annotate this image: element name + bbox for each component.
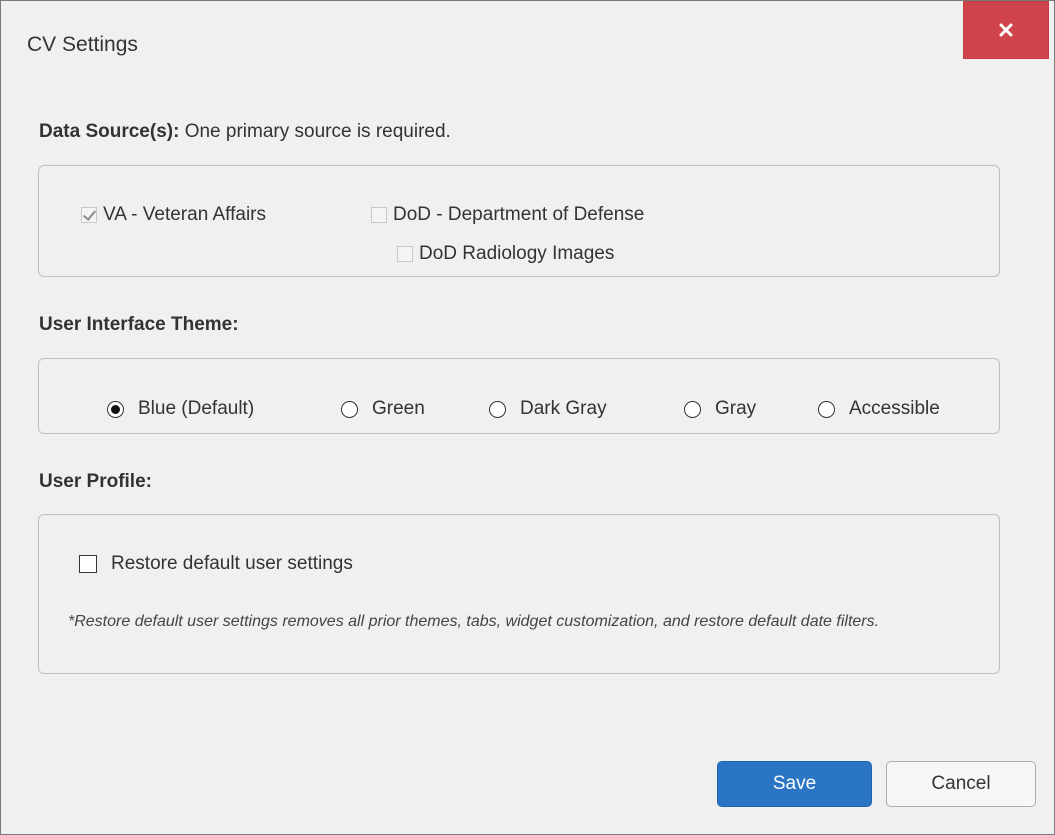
profile-box <box>38 514 1000 674</box>
radio-blue[interactable] <box>107 400 124 418</box>
dod-checkbox[interactable] <box>371 207 387 223</box>
theme-gray-label: Gray <box>715 398 757 419</box>
theme-accessible-label: Accessible <box>849 398 940 419</box>
dod-label: DoD - Department of Defense <box>393 204 645 225</box>
cv-settings-dialog: CV Settings Data Source(s): One primary … <box>0 0 1055 835</box>
data-sources-label-bold: Data Source(s): <box>39 121 180 142</box>
save-button[interactable]: Save <box>717 761 872 807</box>
radio-dark-gray[interactable] <box>489 400 506 418</box>
radio-accessible[interactable] <box>818 400 835 418</box>
theme-option-gray[interactable]: Gray <box>684 398 756 420</box>
dod-radiology-checkbox[interactable] <box>397 246 413 262</box>
restore-defaults-option[interactable]: Restore default user settings <box>79 553 353 575</box>
restore-defaults-label: Restore default user settings <box>111 553 353 574</box>
radio-green[interactable] <box>341 400 358 418</box>
close-icon <box>999 23 1013 37</box>
source-option-va[interactable]: VA - Veteran Affairs <box>81 204 266 226</box>
theme-option-blue[interactable]: Blue (Default) <box>107 398 254 420</box>
theme-label: User Interface Theme: <box>39 314 239 335</box>
cancel-button[interactable]: Cancel <box>886 761 1036 807</box>
theme-option-accessible[interactable]: Accessible <box>818 398 940 420</box>
theme-dark-gray-label: Dark Gray <box>520 398 607 419</box>
profile-label: User Profile: <box>39 471 152 492</box>
va-label: VA - Veteran Affairs <box>103 204 267 225</box>
theme-blue-label: Blue (Default) <box>138 398 255 419</box>
data-sources-label: Data Source(s): One primary source is re… <box>39 121 451 143</box>
restore-defaults-note: *Restore default user settings removes a… <box>68 613 880 630</box>
source-option-dod[interactable]: DoD - Department of Defense <box>371 204 644 226</box>
va-checkbox[interactable] <box>81 207 97 223</box>
radio-gray[interactable] <box>684 400 701 418</box>
theme-box <box>38 358 1000 434</box>
theme-green-label: Green <box>372 398 425 419</box>
source-option-dod-radiology[interactable]: DoD Radiology Images <box>397 243 614 265</box>
theme-option-dark-gray[interactable]: Dark Gray <box>489 398 607 420</box>
close-button[interactable] <box>963 1 1049 59</box>
restore-defaults-checkbox[interactable] <box>79 555 97 573</box>
dialog-title: CV Settings <box>27 33 138 56</box>
data-sources-label-note: One primary source is required. <box>179 121 451 142</box>
dod-radiology-label: DoD Radiology Images <box>419 243 615 264</box>
theme-option-green[interactable]: Green <box>341 398 425 420</box>
